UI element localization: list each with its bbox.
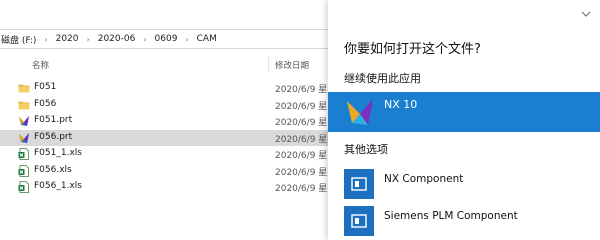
folder-icon [18,101,30,109]
file-name: F051.prt [34,115,73,125]
nx-part-icon [19,132,29,143]
file-name: F051_1.xls [34,148,82,158]
column-header-date[interactable]: 修改日期 [275,59,309,71]
app-option-nx-component[interactable]: NX Component [328,166,600,202]
file-row[interactable]: F056 2020/6/9 星 [0,97,330,114]
column-headers: 名称 修改日期 [0,56,330,72]
app-name: NX 10 [384,98,418,111]
file-row[interactable]: F056_1.xls 2020/6/9 星 [0,179,330,196]
app-name: NX Component [384,173,464,185]
breadcrumb-cam[interactable]: CAM [196,34,218,44]
breadcrumb-separator-icon: › [185,34,189,44]
file-name: F056 [34,98,57,109]
component-app-icon [344,206,374,236]
app-name: Siemens PLM Component [384,210,518,222]
breadcrumb-separator-icon: › [143,34,147,44]
file-row-selected[interactable]: F056.prt 2020/6/9 星 [0,129,330,146]
file-name: F051 [34,82,57,92]
file-list: F051 2020/6/9 星 F056 2020/6/9 星 F051.prt… [0,80,330,196]
other-options-label: 其他选项 [344,143,388,156]
file-date: 2020/6/9 星 [275,151,328,161]
file-date: 2020/6/9 星 [275,184,328,194]
continue-section-label: 继续使用此应用 [344,72,421,85]
excel-file-icon [18,148,29,160]
file-row[interactable]: F051_1.xls 2020/6/9 星 [0,146,330,163]
app-option-siemens-plm-component[interactable]: Siemens PLM Component [328,203,600,239]
app-option-nx-10[interactable]: NX 10 [328,92,600,132]
file-name: F056_1.xls [34,181,82,191]
file-row[interactable]: F056.xls 2020/6/9 星 [0,163,330,180]
folder-icon [18,84,30,93]
breadcrumb-separator-icon: › [44,34,48,44]
file-date: 2020/6/9 星 [275,85,328,95]
breadcrumb-separator-icon: › [86,34,90,44]
chevron-down-icon[interactable] [580,9,592,19]
excel-file-icon [18,181,29,193]
file-explorer: 磁盘 (F:) › 2020 › 2020-06 › 0609 › CAM 名称… [0,0,330,240]
breadcrumb-drive[interactable]: 磁盘 (F:) [0,33,37,46]
column-divider[interactable] [268,56,269,72]
file-row[interactable]: F051 2020/6/9 星 [0,80,330,97]
file-row[interactable]: F051.prt 2020/6/9 星 [0,113,330,130]
component-app-icon [344,169,374,199]
nx-part-icon [19,116,29,126]
file-date: 2020/6/9 星 [275,101,328,112]
file-name: F056.prt [34,131,73,142]
column-header-name[interactable]: 名称 [32,59,49,71]
excel-file-icon [18,164,29,177]
file-date: 2020/6/9 星 [275,167,328,178]
nx-app-icon [347,99,373,125]
file-date: 2020/6/9 星 [275,118,328,128]
breadcrumb-2020[interactable]: 2020 [55,34,80,44]
breadcrumb-2020-06[interactable]: 2020-06 [97,34,137,44]
dialog-title: 你要如何打开这个文件? [344,42,481,57]
open-with-panel: 你要如何打开这个文件? 继续使用此应用 NX 10 其他选项 NX Compon… [328,0,600,240]
file-name: F056.xls [34,164,72,175]
file-date: 2020/6/9 星 [275,134,328,145]
breadcrumb-0609[interactable]: 0609 [154,34,179,44]
explorer-toolbar [0,0,330,28]
address-bar[interactable]: 磁盘 (F:) › 2020 › 2020-06 › 0609 › CAM [0,29,330,49]
